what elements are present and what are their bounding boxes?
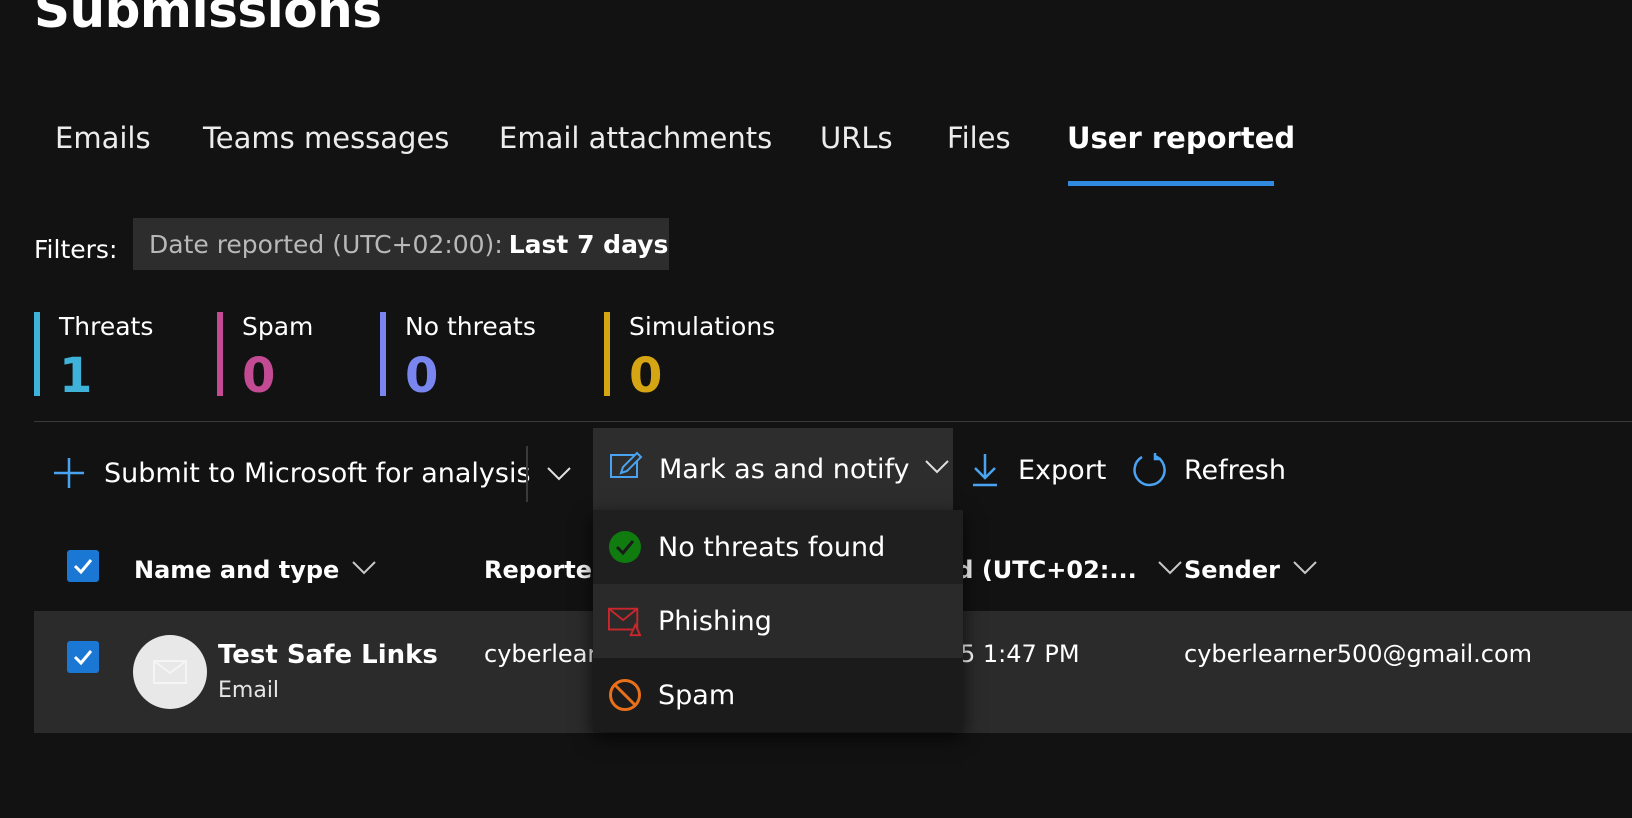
row-name[interactable]: Test Safe Links [218, 640, 438, 670]
export-button[interactable]: Export [970, 442, 1106, 498]
counter-spam[interactable]: Spam 0 [217, 312, 357, 404]
block-icon [608, 678, 642, 712]
date-filter-chip[interactable]: Date reported (UTC+02:00): Last 7 days [133, 218, 669, 270]
counter-value: 1 [59, 348, 93, 404]
refresh-icon [1130, 451, 1168, 489]
menu-item-label: Spam [658, 679, 736, 711]
mark-as-dropdown-menu: No threats found Phishing Spam [593, 510, 963, 732]
column-header-sender[interactable]: Sender [1184, 550, 1318, 590]
counter-value: 0 [405, 348, 439, 404]
toolbar-separator [526, 446, 528, 502]
filter-value: Last 7 days [508, 229, 669, 259]
mark-as-and-notify-button[interactable]: Mark as and notify [593, 428, 953, 510]
checkmark-icon [73, 559, 93, 575]
tab-emails[interactable]: Emails [55, 118, 151, 158]
row-checkbox[interactable] [67, 641, 99, 673]
chevron-down-icon [1292, 554, 1318, 586]
submit-options-dropdown[interactable] [545, 445, 573, 501]
check-circle-icon [608, 530, 642, 564]
row-sender: cyberlearner500@gmail.com [1184, 640, 1533, 668]
counter-simulations[interactable]: Simulations 0 [604, 312, 804, 404]
submit-to-microsoft-button[interactable]: Submit to Microsoft for analysis [52, 445, 531, 501]
download-icon [970, 452, 1000, 488]
menu-item-label: No threats found [658, 531, 886, 563]
tab-files[interactable]: Files [947, 118, 1011, 158]
filters-label: Filters: [34, 235, 118, 264]
section-divider [34, 421, 1632, 422]
counter-bar [380, 312, 386, 396]
menu-item-label: Phishing [658, 605, 772, 637]
checkmark-icon [73, 650, 93, 666]
column-header-name-and-type[interactable]: Name and type [134, 550, 377, 590]
chevron-down-icon [923, 452, 951, 487]
counter-label: Threats [59, 312, 154, 341]
edit-mail-icon [609, 449, 643, 490]
filter-key: Date reported (UTC+02:00): [149, 229, 503, 259]
refresh-label: Refresh [1184, 454, 1286, 486]
tab-urls[interactable]: URLs [820, 118, 893, 158]
row-date: 5 1:47 PM [960, 640, 1080, 668]
chevron-down-icon [1157, 554, 1183, 586]
select-all-checkbox[interactable] [67, 550, 99, 582]
chevron-down-icon [351, 554, 377, 586]
submit-label: Submit to Microsoft for analysis [104, 457, 531, 489]
counter-label: Simulations [629, 312, 776, 341]
tab-email-attachments[interactable]: Email attachments [499, 118, 772, 158]
counter-bar [34, 312, 40, 396]
counter-threats[interactable]: Threats 1 [34, 312, 204, 404]
header-label: Name and type [134, 556, 340, 584]
menu-item-no-threats-found[interactable]: No threats found [593, 510, 963, 584]
mail-icon [153, 660, 187, 684]
column-header-reported[interactable]: Reported [484, 550, 609, 590]
menu-item-phishing[interactable]: Phishing [593, 584, 963, 658]
menu-item-spam[interactable]: Spam [593, 658, 963, 732]
counter-value: 0 [629, 348, 663, 404]
page-title: Submissions [34, 0, 382, 39]
refresh-button[interactable]: Refresh [1130, 442, 1286, 498]
header-label: Reported [484, 556, 610, 584]
row-type: Email [218, 678, 280, 703]
tab-user-reported[interactable]: User reported [1067, 118, 1295, 158]
active-tab-indicator [1068, 181, 1274, 186]
header-label: Sender [1184, 556, 1280, 584]
plus-icon [52, 456, 86, 490]
phishing-mail-icon [608, 604, 642, 638]
counter-label: No threats [405, 312, 536, 341]
email-avatar [133, 635, 207, 709]
header-label: ed (UTC+02:... [940, 556, 1137, 584]
counter-label: Spam [242, 312, 314, 341]
counter-bar [604, 312, 610, 396]
counter-bar [217, 312, 223, 396]
counter-value: 0 [242, 348, 276, 404]
chevron-down-icon [545, 459, 573, 487]
mark-label: Mark as and notify [659, 453, 910, 485]
export-label: Export [1018, 454, 1107, 486]
tab-teams-messages[interactable]: Teams messages [203, 118, 449, 158]
counter-no-threats[interactable]: No threats 0 [380, 312, 580, 404]
column-header-date-reported[interactable]: ed (UTC+02:... [940, 550, 1183, 590]
